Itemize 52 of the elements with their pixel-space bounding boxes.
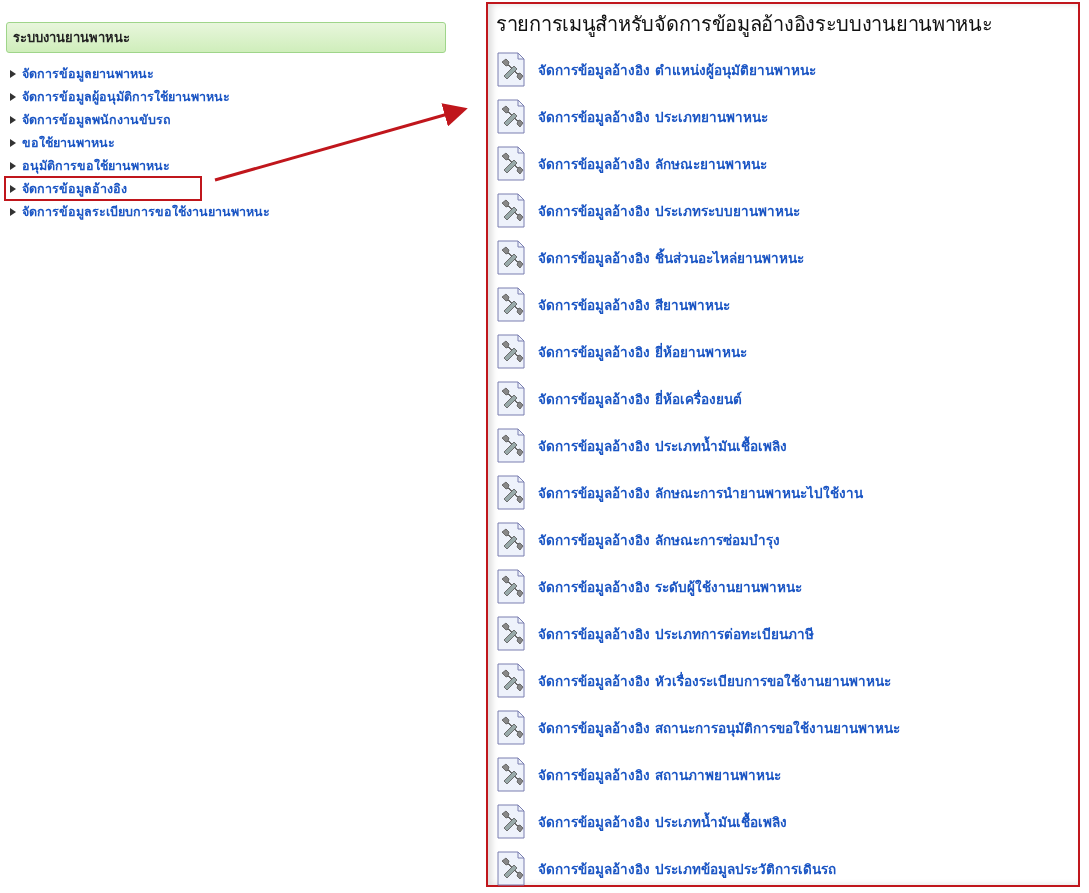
sidebar-link[interactable]: อนุมัติการขอใช้ยานพาหนะ <box>22 155 170 176</box>
menu-link[interactable]: จัดการข้อมูลอ้างอิง ประเภทยานพาหนะ <box>538 105 768 128</box>
wrench-document-icon <box>496 475 526 510</box>
bullet-icon <box>10 161 16 170</box>
menu-link[interactable]: จัดการข้อมูลอ้างอิง ลักษณะการนำยานพาหนะไปใช้งาน <box>538 481 863 504</box>
wrench-document-icon <box>496 710 526 745</box>
wrench-document-icon <box>496 287 526 322</box>
wrench-document-icon <box>496 52 526 87</box>
menu-link[interactable]: จัดการข้อมูลอ้างอิง สียานพาหนะ <box>538 293 730 316</box>
sidebar-link[interactable]: จัดการข้อมูลพนักงานขับรถ <box>22 109 171 130</box>
menu-link[interactable]: จัดการข้อมูลอ้างอิง ชิ้นส่วนอะไหล่ยานพาหนะ <box>538 246 804 269</box>
wrench-document-icon <box>496 569 526 604</box>
wrench-document-icon <box>496 616 526 651</box>
wrench-document-icon <box>496 146 526 181</box>
wrench-document-icon <box>496 851 526 886</box>
wrench-document-icon <box>496 99 526 134</box>
menu-link[interactable]: จัดการข้อมูลอ้างอิง หัวเรื่องระเบียบการขอใช้งานยานพาหนะ <box>538 669 891 692</box>
menu-link[interactable]: จัดการข้อมูลอ้างอิง ลักษณะการซ่อมบำรุง <box>538 528 780 551</box>
bullet-icon <box>10 184 16 193</box>
bullet-icon <box>10 92 16 101</box>
menu-title: รายการเมนูสำหรับจัดการข้อมูลอ้างอิงระบบงานยานพาหนะ <box>496 11 994 39</box>
wrench-document-icon <box>496 663 526 698</box>
menu-link[interactable]: จัดการข้อมูลอ้างอิง ประเภทการต่อทะเบียนภาษี <box>538 622 814 645</box>
wrench-document-icon <box>496 522 526 557</box>
menu-link[interactable]: จัดการข้อมูลอ้างอิง สถานภาพยานพาหนะ <box>538 763 781 786</box>
sidebar-link[interactable]: จัดการข้อมูลยานพาหนะ <box>22 63 154 84</box>
menu-link[interactable]: จัดการข้อมูลอ้างอิง สถานะการอนุมัติการขอใช้งานยานพาหนะ <box>538 716 900 739</box>
sidebar-link[interactable]: จัดการข้อมูลอ้างอิง <box>22 178 127 199</box>
menu-link[interactable]: จัดการข้อมูลอ้างอิง ประเภทน้ำมันเชื้อเพลิง <box>538 434 787 457</box>
bullet-icon <box>10 115 16 124</box>
bullet-icon <box>10 69 16 78</box>
wrench-document-icon <box>496 804 526 839</box>
bullet-icon <box>10 207 16 216</box>
sidebar-title: ระบบงานยานพาหนะ <box>6 22 446 53</box>
wrench-document-icon <box>496 334 526 369</box>
bullet-icon <box>10 138 16 147</box>
menu-link[interactable]: จัดการข้อมูลอ้างอิง ประเภทระบบยานพาหนะ <box>538 199 800 222</box>
wrench-document-icon <box>496 381 526 416</box>
menu-link[interactable]: จัดการข้อมูลอ้างอิง ยี่ห้อเครื่องยนต์ <box>538 387 742 410</box>
wrench-document-icon <box>496 193 526 228</box>
sidebar-link[interactable]: จัดการข้อมูลผู้อนุมัติการใช้ยานพาหนะ <box>22 86 230 107</box>
menu-link[interactable]: จัดการข้อมูลอ้างอิง ประเภทน้ำมันเชื้อเพลิง <box>538 810 787 833</box>
wrench-document-icon <box>496 428 526 463</box>
sidebar-link[interactable]: ขอใช้ยานพาหนะ <box>22 132 115 153</box>
sidebar-link[interactable]: จัดการข้อมูลระเบียบการขอใช้งานยานพาหนะ <box>22 201 270 222</box>
menu-link[interactable]: จัดการข้อมูลอ้างอิง ตำแหน่งผู้อนุมัติยานพาหนะ <box>538 58 816 81</box>
menu-link[interactable]: จัดการข้อมูลอ้างอิง ระดับผู้ใช้งานยานพาหนะ <box>538 575 802 598</box>
menu-link[interactable]: จัดการข้อมูลอ้างอิง ประเภทข้อมูลประวัติการเดินรถ <box>538 857 836 880</box>
menu-link[interactable]: จัดการข้อมูลอ้างอิง ลักษณะยานพาหนะ <box>538 152 767 175</box>
wrench-document-icon <box>496 240 526 275</box>
wrench-document-icon <box>496 757 526 792</box>
menu-link[interactable]: จัดการข้อมูลอ้างอิง ยี่ห้อยานพาหนะ <box>538 340 747 363</box>
